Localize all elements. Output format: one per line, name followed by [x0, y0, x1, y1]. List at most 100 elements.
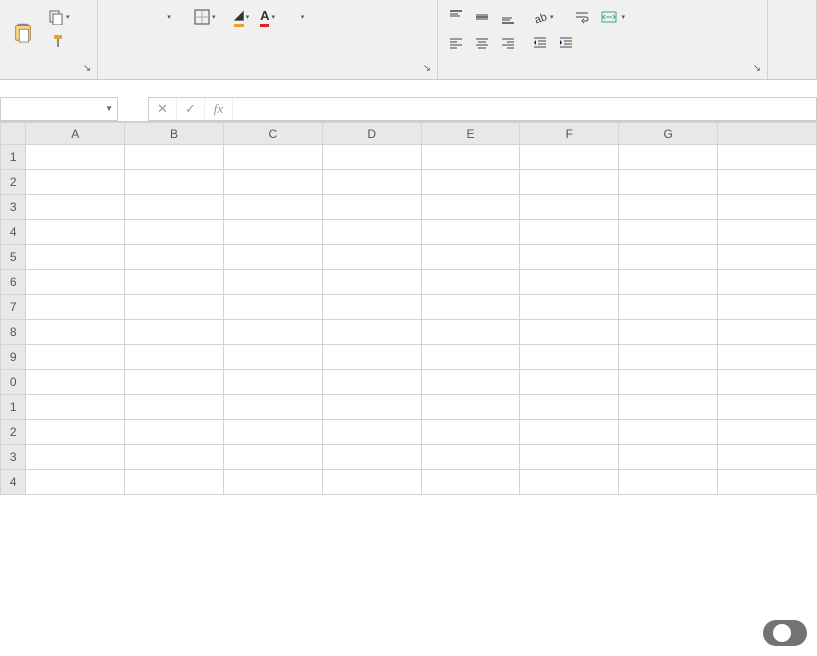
orientation-button[interactable]: ab▾ — [528, 6, 558, 28]
indent-decrease-button[interactable] — [528, 32, 552, 54]
cell-E1[interactable] — [421, 145, 520, 170]
cell-A9[interactable] — [26, 345, 125, 370]
cell-D8[interactable] — [322, 320, 421, 345]
cell-F10[interactable] — [520, 370, 619, 395]
cell-E4[interactable] — [421, 220, 520, 245]
spreadsheet-grid[interactable]: ABCDEFG 12345678901234 — [0, 122, 817, 495]
font-launcher-icon[interactable]: ↘ — [421, 63, 433, 75]
wrap-text-button[interactable] — [570, 6, 594, 28]
align-middle-button[interactable] — [470, 6, 494, 28]
cell-D3[interactable] — [322, 195, 421, 220]
cell-A1[interactable] — [26, 145, 125, 170]
cell-A10[interactable] — [26, 370, 125, 395]
align-top-button[interactable] — [444, 6, 468, 28]
cell-H1[interactable] — [718, 145, 817, 170]
font-color-button[interactable]: A▾ — [256, 6, 280, 28]
cell-A3[interactable] — [26, 195, 125, 220]
cell-C1[interactable] — [223, 145, 322, 170]
cell-C3[interactable] — [223, 195, 322, 220]
cell-E6[interactable] — [421, 270, 520, 295]
cell-B8[interactable] — [125, 320, 224, 345]
cell-B11[interactable] — [125, 395, 224, 420]
col-header-extra[interactable] — [718, 123, 817, 145]
cell-C5[interactable] — [223, 245, 322, 270]
cell-G6[interactable] — [619, 270, 718, 295]
row-header-4[interactable]: 4 — [1, 220, 26, 245]
row-header-3[interactable]: 3 — [1, 195, 26, 220]
cell-E2[interactable] — [421, 170, 520, 195]
borders-button[interactable]: ▾ — [190, 6, 220, 28]
phonetic-button[interactable]: ▾ — [290, 6, 314, 28]
cell-H6[interactable] — [718, 270, 817, 295]
cell-F9[interactable] — [520, 345, 619, 370]
col-header-E[interactable]: E — [421, 123, 520, 145]
cell-B6[interactable] — [125, 270, 224, 295]
row-header-8[interactable]: 8 — [1, 320, 26, 345]
format-painter-button[interactable] — [44, 30, 74, 52]
underline-button[interactable]: ▾ — [156, 6, 180, 28]
align-right-button[interactable] — [496, 32, 520, 54]
cell-F14[interactable] — [520, 470, 619, 495]
cell-D9[interactable] — [322, 345, 421, 370]
merge-center-button[interactable]: ▾ — [596, 6, 631, 28]
cell-A2[interactable] — [26, 170, 125, 195]
row-header-12[interactable]: 2 — [1, 420, 26, 445]
cell-E9[interactable] — [421, 345, 520, 370]
align-center-button[interactable] — [470, 32, 494, 54]
cell-G5[interactable] — [619, 245, 718, 270]
cell-G2[interactable] — [619, 170, 718, 195]
cell-C7[interactable] — [223, 295, 322, 320]
cell-B9[interactable] — [125, 345, 224, 370]
row-header-14[interactable]: 4 — [1, 470, 26, 495]
cell-D6[interactable] — [322, 270, 421, 295]
cell-H4[interactable] — [718, 220, 817, 245]
cell-C8[interactable] — [223, 320, 322, 345]
cell-E10[interactable] — [421, 370, 520, 395]
indent-increase-button[interactable] — [554, 32, 578, 54]
cell-H8[interactable] — [718, 320, 817, 345]
row-header-7[interactable]: 7 — [1, 295, 26, 320]
cell-D1[interactable] — [322, 145, 421, 170]
row-header-2[interactable]: 2 — [1, 170, 26, 195]
align-launcher-icon[interactable]: ↘ — [751, 63, 763, 75]
cell-C4[interactable] — [223, 220, 322, 245]
col-header-A[interactable]: A — [26, 123, 125, 145]
fx-button[interactable]: fx — [205, 98, 233, 120]
cell-B7[interactable] — [125, 295, 224, 320]
cell-A11[interactable] — [26, 395, 125, 420]
cell-D11[interactable] — [322, 395, 421, 420]
name-box[interactable]: ▼ — [0, 97, 118, 121]
row-header-1[interactable]: 1 — [1, 145, 26, 170]
col-header-D[interactable]: D — [322, 123, 421, 145]
cell-E8[interactable] — [421, 320, 520, 345]
row-header-5[interactable]: 5 — [1, 245, 26, 270]
cell-H7[interactable] — [718, 295, 817, 320]
cell-G3[interactable] — [619, 195, 718, 220]
cell-H12[interactable] — [718, 420, 817, 445]
col-header-C[interactable]: C — [223, 123, 322, 145]
row-header-13[interactable]: 3 — [1, 445, 26, 470]
cell-G9[interactable] — [619, 345, 718, 370]
col-header-B[interactable]: B — [125, 123, 224, 145]
col-header-G[interactable]: G — [619, 123, 718, 145]
cell-H5[interactable] — [718, 245, 817, 270]
cell-H11[interactable] — [718, 395, 817, 420]
cell-E12[interactable] — [421, 420, 520, 445]
cell-F8[interactable] — [520, 320, 619, 345]
cell-D4[interactable] — [322, 220, 421, 245]
cell-A8[interactable] — [26, 320, 125, 345]
cell-C13[interactable] — [223, 445, 322, 470]
cell-F4[interactable] — [520, 220, 619, 245]
cell-H2[interactable] — [718, 170, 817, 195]
cell-H10[interactable] — [718, 370, 817, 395]
cell-B2[interactable] — [125, 170, 224, 195]
cell-F12[interactable] — [520, 420, 619, 445]
cell-G1[interactable] — [619, 145, 718, 170]
cell-A6[interactable] — [26, 270, 125, 295]
cell-F13[interactable] — [520, 445, 619, 470]
cell-B13[interactable] — [125, 445, 224, 470]
cell-G8[interactable] — [619, 320, 718, 345]
cell-H9[interactable] — [718, 345, 817, 370]
row-header-10[interactable]: 0 — [1, 370, 26, 395]
cell-D2[interactable] — [322, 170, 421, 195]
